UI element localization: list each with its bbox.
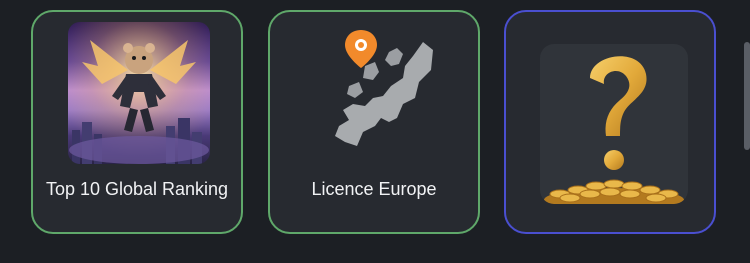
hamster-illustration — [68, 22, 210, 164]
card-label: Licence Europe — [311, 179, 437, 199]
scrollbar-thumb[interactable] — [744, 42, 750, 150]
question-mark-coins-icon — [544, 56, 684, 204]
hamster-astronaut-image — [68, 22, 210, 164]
cards-row: Top 10 Global Ranking Licence Europe — [0, 0, 750, 263]
europe-map-icon — [335, 30, 433, 146]
card-label: Top 10 Global Ranking — [45, 179, 229, 199]
question-mark-image — [540, 44, 688, 204]
europe-map-image — [305, 22, 447, 164]
card-licence-europe[interactable]: Licence Europe — [268, 10, 480, 234]
card-mystery[interactable] — [504, 10, 716, 234]
card-top-10-global-ranking[interactable]: Top 10 Global Ranking — [31, 10, 243, 234]
